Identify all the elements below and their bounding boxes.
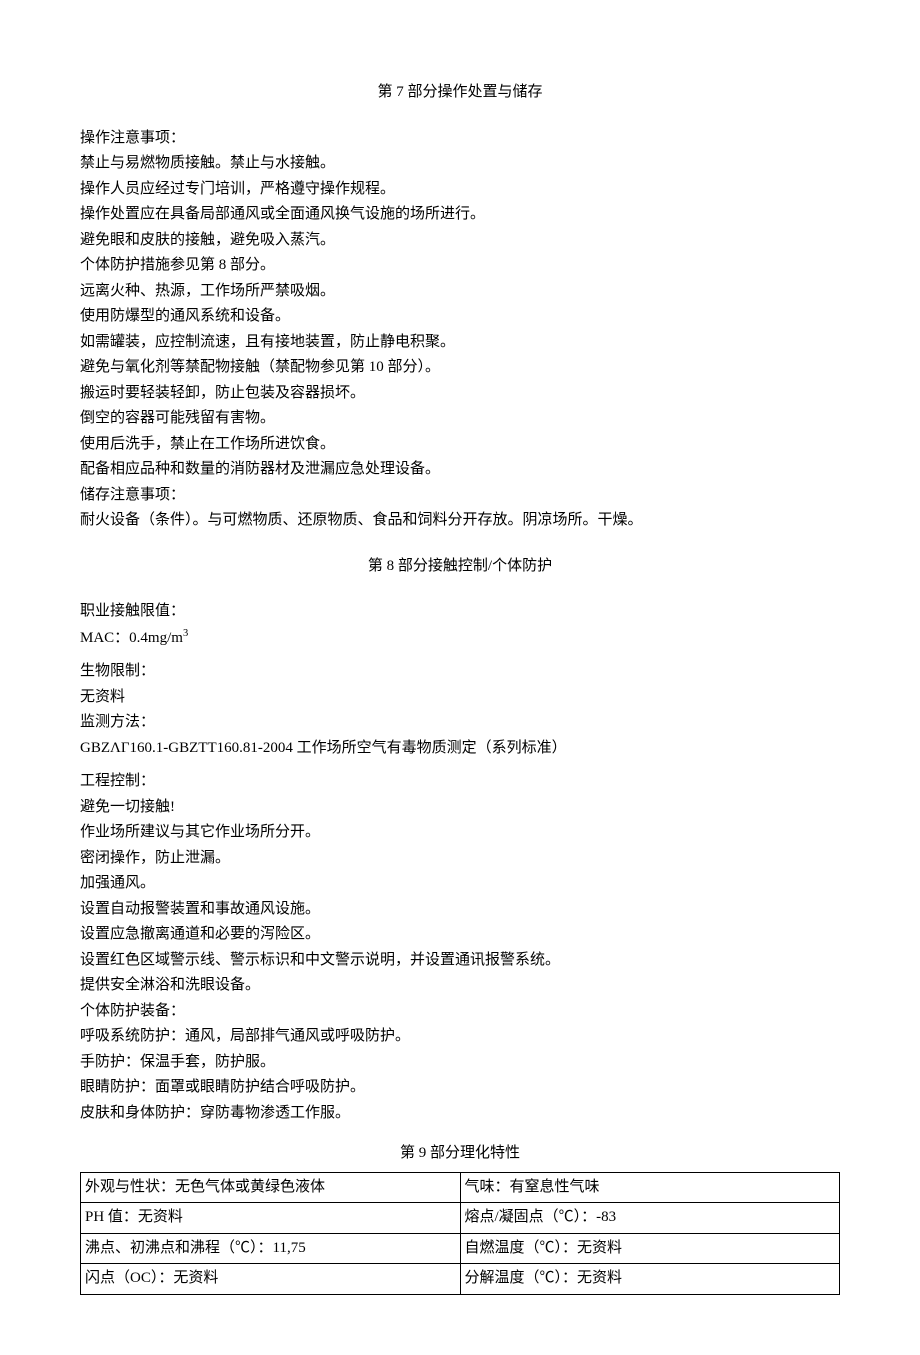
properties-table: 外观与性状：无色气体或黄绿色液体 气味：有窒息性气味 PH 值：无资料 熔点/凝… [80,1172,840,1295]
ppe-heading: 个体防护装备： [80,999,840,1025]
mac-sup: 3 [183,628,188,639]
prop-cell: PH 值：无资料 [81,1203,461,1234]
op-line: 操作人员应经过专门培训，严格遵守操作规程。 [80,177,840,203]
op-line: 搬运时要轻装轻卸，防止包装及容器损坏。 [80,381,840,407]
op-line: 远离火种、热源，工作场所严禁吸烟。 [80,279,840,305]
prop-cell: 闪点（OC）：无资料 [81,1264,461,1295]
prop-cell: 自燃温度（℃）：无资料 [460,1233,840,1264]
eng-line: 设置应急撤离通道和必要的泻险区。 [80,922,840,948]
eng-line: 设置红色区域警示线、警示标识和中文警示说明，并设置通讯报警系统。 [80,948,840,974]
prop-cell: 外观与性状：无色气体或黄绿色液体 [81,1172,461,1203]
eng-line: 设置自动报警装置和事故通风设施。 [80,897,840,923]
eng-line: 避免一切接触! [80,795,840,821]
table-row: 闪点（OC）：无资料 分解温度（℃）：无资料 [81,1264,840,1295]
storage-heading: 储存注意事项： [80,483,840,509]
bio-value: 无资料 [80,685,840,711]
ppe-line: 眼睛防护：面罩或眼睛防护结合呼吸防护。 [80,1075,840,1101]
eng-heading: 工程控制： [80,769,840,795]
table-row: PH 值：无资料 熔点/凝固点（℃）：-83 [81,1203,840,1234]
section-9-title: 第 9 部分理化特性 [80,1141,840,1167]
mac-value: MAC：0.4mg/m3 [80,625,840,652]
op-line: 使用后洗手，禁止在工作场所进饮食。 [80,432,840,458]
eng-line: 提供安全淋浴和洗眼设备。 [80,973,840,999]
table-row: 外观与性状：无色气体或黄绿色液体 气味：有窒息性气味 [81,1172,840,1203]
monitor-value: GBZΛΓ160.1-GBZTT160.81-2004 工作场所空气有毒物质测定… [80,736,840,762]
op-line: 操作处置应在具备局部通风或全面通风换气设施的场所进行。 [80,202,840,228]
eng-line: 加强通风。 [80,871,840,897]
section-8-title: 第 8 部分接触控制/个体防护 [80,554,840,580]
prop-cell: 沸点、初沸点和沸程（℃）：11,75 [81,1233,461,1264]
ppe-line: 呼吸系统防护：通风，局部排气通风或呼吸防护。 [80,1024,840,1050]
section-7-title: 第 7 部分操作处置与储存 [80,80,840,106]
op-line: 避免与氧化剂等禁配物接触（禁配物参见第 10 部分）。 [80,355,840,381]
mac-text: MAC：0.4mg/m [80,630,183,646]
op-line: 配备相应品种和数量的消防器材及泄漏应急处理设备。 [80,457,840,483]
op-line: 禁止与易燃物质接触。禁止与水接触。 [80,151,840,177]
prop-cell: 分解温度（℃）：无资料 [460,1264,840,1295]
op-line: 避免眼和皮肤的接触，避免吸入蒸汽。 [80,228,840,254]
op-line: 倒空的容器可能残留有害物。 [80,406,840,432]
eng-line: 作业场所建议与其它作业场所分开。 [80,820,840,846]
ppe-line: 皮肤和身体防护：穿防毒物渗透工作服。 [80,1101,840,1127]
table-row: 沸点、初沸点和沸程（℃）：11,75 自燃温度（℃）：无资料 [81,1233,840,1264]
ppe-line: 手防护：保温手套，防护服。 [80,1050,840,1076]
eng-line: 密闭操作，防止泄漏。 [80,846,840,872]
prop-cell: 气味：有窒息性气味 [460,1172,840,1203]
operation-heading: 操作注意事项： [80,126,840,152]
exposure-heading: 职业接触限值： [80,599,840,625]
monitor-heading: 监测方法： [80,710,840,736]
op-line: 使用防爆型的通风系统和设备。 [80,304,840,330]
bio-heading: 生物限制： [80,659,840,685]
op-line: 个体防护措施参见第 8 部分。 [80,253,840,279]
prop-cell: 熔点/凝固点（℃）：-83 [460,1203,840,1234]
storage-line: 耐火设备（条件）。与可燃物质、还原物质、食品和饲料分开存放。阴凉场所。干燥。 [80,508,840,534]
op-line: 如需罐装，应控制流速，且有接地装置，防止静电积聚。 [80,330,840,356]
